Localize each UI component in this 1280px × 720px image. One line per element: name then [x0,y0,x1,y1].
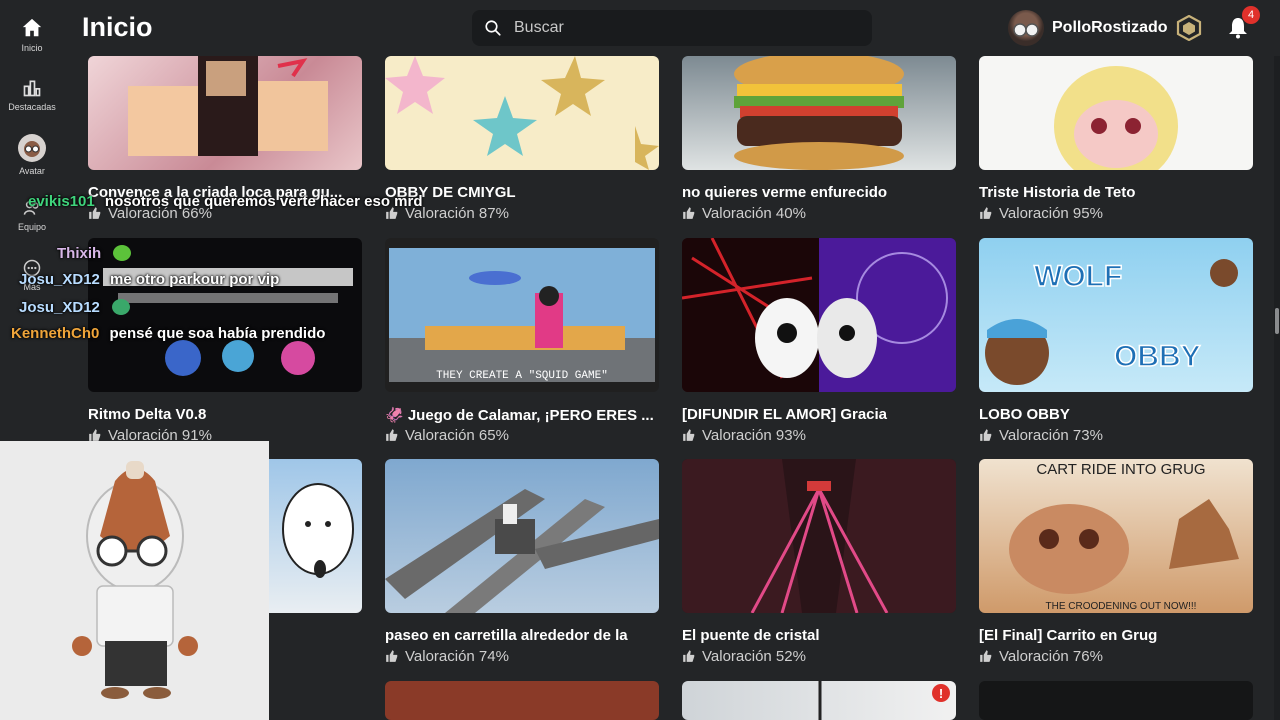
chat-line: evikis101 nosotros que queremos verte ha… [28,193,423,210]
game-rating: Valoración 40% [682,205,806,222]
game-thumbnail[interactable] [979,681,1253,720]
game-title[interactable]: paseo en carretilla alrededor de la [385,627,659,644]
top-header: Inicio PolloRostizado [64,0,1280,56]
game-thumbnail[interactable] [88,56,362,170]
thumbs-up-icon [980,207,992,219]
scrollbar-thumb[interactable] [1275,308,1279,334]
chat-line: Josu_XD12 me otro parkour por vip [19,271,279,288]
game-thumbnail[interactable] [682,459,956,613]
game-thumbnail[interactable] [682,56,956,170]
username[interactable]: PolloRostizado [1052,19,1168,37]
thumbs-up-icon [683,650,695,662]
chat-line: Thixih [57,245,132,262]
game-rating-label: Valoración 76% [999,648,1103,665]
thumbnail-caption: THEY CREATE A "SQUID GAME" [436,370,608,382]
game-rating-label: Valoración 65% [405,427,509,444]
chat-line: KennethCh0 pensé que soa había prendido [11,325,325,342]
thumbs-up-icon [89,429,101,441]
chat-line: Josu_XD12 [19,299,131,316]
chat-message: me otro parkour por vip [110,271,280,288]
chat-emote [112,299,131,315]
thumbs-up-icon [980,429,992,441]
game-rating: Valoración 74% [385,648,509,665]
game-thumbnail[interactable] [682,238,956,392]
streamer-avatar [72,461,198,699]
thumbnail-caption: THE CROODENING OUT NOW!!! [1046,601,1197,612]
game-rating: Valoración 65% [385,427,509,444]
thumbs-up-icon [386,650,398,662]
search-icon [485,20,501,36]
game-rating-label: Valoración 52% [702,648,806,665]
game-thumbnail[interactable]: THEY CREATE A "SQUID GAME" [385,238,659,392]
chat-message: pensé que soa había prendido [109,325,326,342]
thumbnail-caption: OBBY [1114,340,1201,373]
scrollbar-track[interactable] [1274,56,1280,720]
game-rating: Valoración 93% [682,427,806,444]
game-thumbnail[interactable] [385,56,659,170]
thumbs-up-icon [683,429,695,441]
chat-message: nosotros que queremos verte hacer eso mr… [104,193,423,210]
sidebar-item-label: Avatar [19,166,45,176]
game-rating: Valoración 76% [979,648,1103,665]
chat-emote [113,245,132,261]
sidebar-item-charts[interactable]: Destacadas [0,78,64,112]
game-rating-label: Valoración 95% [999,205,1103,222]
sidebar-item-label: Inicio [21,43,43,53]
chat-username: evikis101 [28,193,95,210]
chat-username: KennethCh0 [11,325,100,342]
game-rating-label: Valoración 73% [999,427,1103,444]
game-thumbnail[interactable] [979,56,1253,170]
thumbs-up-icon [980,650,992,662]
page-title: Inicio [82,12,153,42]
game-rating: Valoración 73% [979,427,1103,444]
game-title[interactable]: LOBO OBBY [979,406,1253,423]
sidebar-item-avatar[interactable]: Avatar [0,134,64,176]
thumbs-up-icon [683,207,695,219]
chat-username: Josu_XD12 [19,271,100,288]
avatar[interactable] [1008,10,1044,46]
thumbnail-caption: CART RIDE INTO GRUG [1036,461,1205,478]
search-bar[interactable] [472,10,872,46]
robux-icon[interactable] [1176,15,1202,41]
game-thumbnail[interactable] [385,459,659,613]
game-thumbnail[interactable]: ! [682,681,956,720]
game-rating: Valoración 52% [682,648,806,665]
game-rating-label: Valoración 40% [702,205,806,222]
game-rating-label: Valoración 74% [405,648,509,665]
charts-icon [23,80,41,97]
game-title[interactable]: [DIFUNDIR EL AMOR] Gracia [682,406,956,423]
game-title[interactable]: no quieres verme enfurecido [682,184,956,201]
game-rating: Valoración 95% [979,205,1103,222]
game-thumbnail[interactable] [385,681,659,720]
svg-text:!: ! [939,686,943,701]
game-rating-label: Valoración 93% [702,427,806,444]
game-title[interactable]: Ritmo Delta V0.8 [88,406,362,423]
game-title[interactable]: 🦑 Juego de Calamar, ¡PERO ERES ... [385,406,659,424]
game-title[interactable]: El puente de cristal [682,627,956,644]
search-input[interactable] [514,10,854,46]
game-title[interactable]: Triste Historia de Teto [979,184,1253,201]
chat-username: Thixih [57,245,102,262]
webcam-overlay [0,441,269,720]
notification-badge: 4 [1242,6,1260,24]
chat-username: Josu_XD12 [19,299,100,316]
sidebar-item-home[interactable]: Inicio [0,17,64,53]
home-icon [22,18,42,37]
game-title[interactable]: [El Final] Carrito en Grug [979,627,1253,644]
avatar-icon [18,134,46,162]
game-thumbnail[interactable]: CART RIDE INTO GRUG THE CROODENING OUT NO… [979,459,1253,613]
game-thumbnail[interactable]: WOLF OBBY [979,238,1253,392]
thumbs-up-icon [386,429,398,441]
sidebar-item-label: Equipo [17,222,47,232]
game-title[interactable]: OBBY DE CMIYGL [385,184,659,201]
thumbnail-caption: WOLF [1034,260,1122,293]
sidebar-item-label: Destacadas [8,102,56,112]
